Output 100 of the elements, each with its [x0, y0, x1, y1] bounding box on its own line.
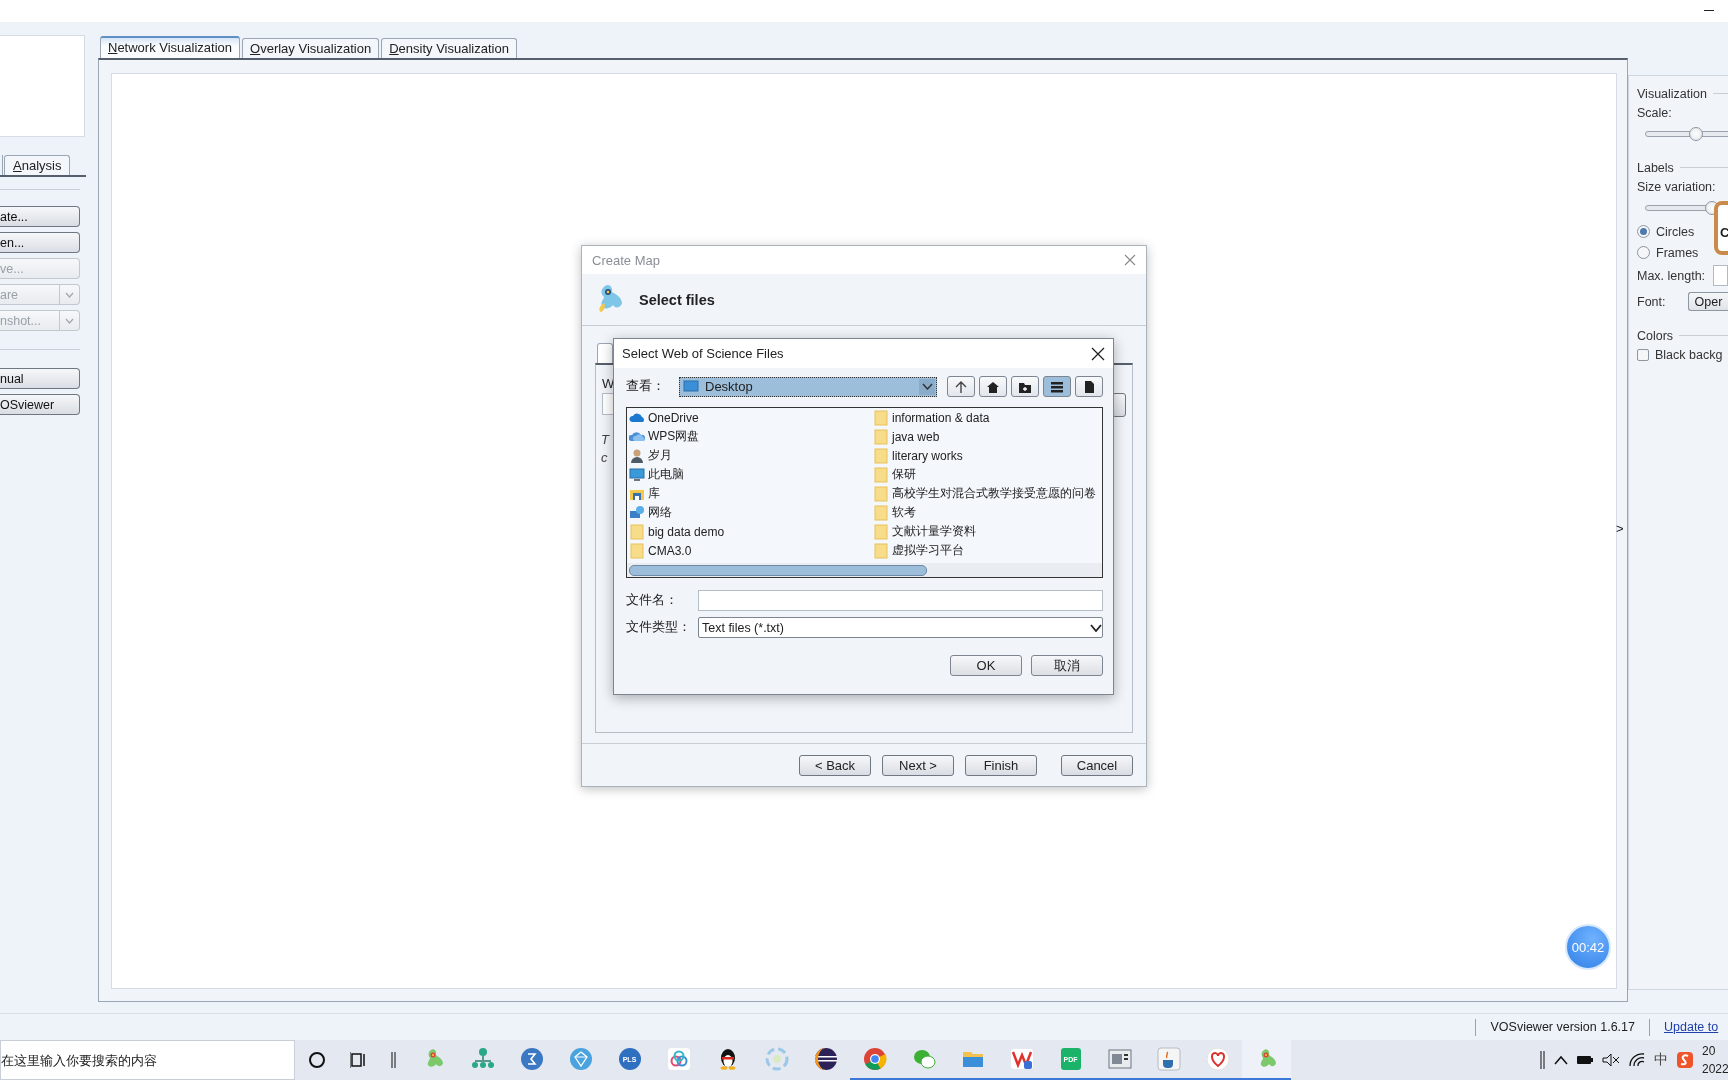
wifi-icon[interactable]	[1628, 1053, 1646, 1067]
file-item[interactable]: information & data	[871, 408, 1102, 427]
folder-icon	[873, 409, 889, 426]
task-view-icon[interactable]	[350, 1051, 368, 1069]
file-item[interactable]: 库	[627, 484, 871, 503]
user-icon	[629, 447, 645, 464]
button[interactable]: 取消	[1031, 655, 1103, 676]
folder-icon	[873, 447, 889, 464]
chrome-icon	[862, 1047, 887, 1071]
note-text: c	[601, 450, 608, 465]
font-button[interactable]: Oper	[1687, 292, 1728, 311]
computer-icon	[629, 466, 645, 483]
folder-icon	[873, 466, 889, 483]
toolbar-button[interactable]	[979, 376, 1007, 397]
minimize-icon[interactable]	[1704, 10, 1714, 12]
file-type-dropdown[interactable]: Text files (*.txt)	[698, 617, 1103, 638]
tab[interactable]: Density Visualization	[381, 38, 517, 58]
toolbar-button[interactable]	[1075, 376, 1103, 397]
file-item[interactable]: 高校学生对混合式教学接受意愿的问卷	[871, 484, 1102, 503]
java-icon	[1156, 1047, 1181, 1071]
button[interactable]: Next >	[882, 754, 954, 776]
slider-thumb[interactable]	[1688, 127, 1703, 141]
scrollbar-thumb[interactable]	[629, 564, 927, 576]
folder-icon	[629, 523, 645, 540]
section-title: Colors	[1637, 328, 1674, 343]
input-field[interactable]	[602, 393, 613, 415]
radio-button[interactable]	[1637, 225, 1650, 238]
caret-icon	[1090, 623, 1102, 632]
file-item[interactable]: 岁月	[627, 446, 871, 465]
cloud-icon	[666, 1047, 691, 1071]
button[interactable]: OSviewer	[0, 394, 80, 415]
button[interactable]: Cancel	[1061, 754, 1133, 776]
button[interactable]: < Back	[799, 754, 871, 776]
pdf-icon	[1058, 1047, 1083, 1071]
file-item[interactable]: 保研	[871, 465, 1102, 484]
label: Frames	[1656, 245, 1699, 260]
clock-time[interactable]: 20	[1702, 1042, 1728, 1060]
chat-icon	[911, 1047, 936, 1071]
section-title: Visualization	[1637, 86, 1707, 101]
file-name-field[interactable]	[698, 590, 1103, 611]
button[interactable]: Finish	[965, 754, 1037, 776]
home-icon	[986, 379, 1000, 394]
tab[interactable]	[597, 343, 613, 363]
label: Circles	[1656, 224, 1695, 239]
file-item[interactable]: CMA3.0	[627, 541, 871, 560]
label: 查看：	[626, 378, 665, 395]
toolbar-button[interactable]	[1011, 376, 1039, 397]
circle-icon[interactable]	[308, 1051, 326, 1069]
label: Size variation:	[1637, 179, 1716, 194]
note-text: T	[601, 432, 609, 447]
toolbar-button[interactable]	[1043, 376, 1071, 397]
file-item[interactable]: big data demo	[627, 522, 871, 541]
file-item[interactable]: 网络	[627, 503, 871, 522]
file-item[interactable]: 文献计量学资料	[871, 522, 1102, 541]
label: 文件名：	[626, 592, 678, 609]
folder-dropdown[interactable]: Desktop	[679, 376, 937, 397]
tab[interactable]: Network Visualization	[100, 36, 241, 58]
clock-date[interactable]: 2022	[1702, 1060, 1728, 1078]
ime-indicator[interactable]: 中	[1654, 1051, 1668, 1069]
file-item[interactable]: 软考	[871, 503, 1102, 522]
label: Max. length:	[1637, 268, 1706, 283]
file-item[interactable]: 虚拟学习平台	[871, 541, 1102, 560]
button[interactable]: nual	[0, 368, 80, 389]
file-item[interactable]: 此电脑	[627, 465, 871, 484]
input-field[interactable]	[1713, 265, 1728, 286]
folder-icon	[873, 485, 889, 502]
battery-icon[interactable]	[1576, 1054, 1594, 1066]
label: Scale:	[1637, 105, 1672, 120]
network-icon	[629, 504, 645, 521]
tab[interactable]: Analysis	[4, 155, 71, 175]
button[interactable]: ate...	[0, 206, 80, 227]
s-logo-icon[interactable]	[1676, 1051, 1694, 1069]
label: 文件类型：	[626, 619, 691, 636]
button: are	[0, 284, 80, 305]
label: Font:	[1637, 294, 1666, 309]
tree-icon	[470, 1047, 495, 1071]
file-item[interactable]: java web	[871, 427, 1102, 446]
caret-icon	[921, 383, 933, 390]
button[interactable]: OK	[950, 655, 1022, 676]
button[interactable]: en...	[0, 232, 80, 253]
search-field[interactable]: 在这里输入你要搜索的内容	[0, 1040, 295, 1080]
update-link[interactable]: Update to	[1664, 1020, 1728, 1034]
section-title: Labels	[1637, 160, 1674, 175]
step-title: Select files	[639, 291, 715, 308]
dialog-title: Select Web of Science Files	[622, 346, 784, 361]
radio-button[interactable]	[1637, 246, 1650, 259]
checkbox[interactable]	[1637, 348, 1649, 361]
folder-icon	[873, 542, 889, 559]
button: ve...	[0, 258, 80, 279]
mute-icon[interactable]	[1602, 1053, 1620, 1067]
caret-icon	[65, 317, 74, 324]
file-item[interactable]: OneDrive	[627, 408, 871, 427]
file-item[interactable]: WPS网盘	[627, 427, 871, 446]
file-item[interactable]: literary works	[871, 446, 1102, 465]
close-icon[interactable]	[1091, 346, 1105, 361]
expand-arrow[interactable]: >	[1616, 521, 1624, 536]
chevron-up-icon[interactable]	[1554, 1055, 1568, 1065]
folder-icon	[873, 504, 889, 521]
tab[interactable]: Overlay Visualization	[242, 38, 380, 58]
version-text: VOSviewer version 1.6.17	[1490, 1020, 1635, 1034]
